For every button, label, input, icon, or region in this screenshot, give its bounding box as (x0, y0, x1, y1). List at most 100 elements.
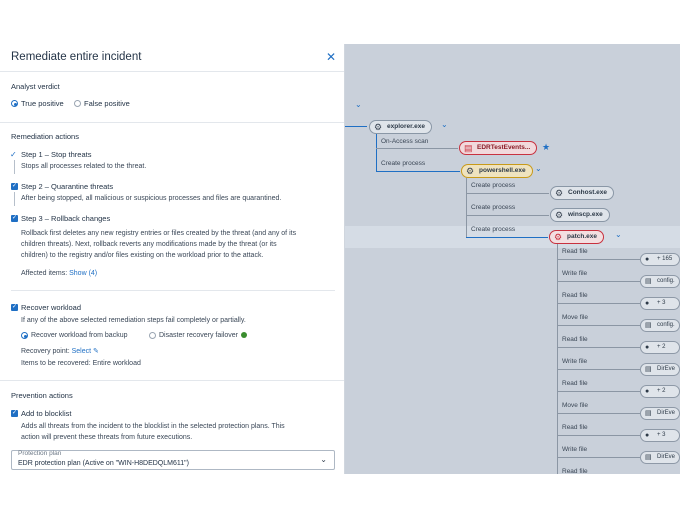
graph-edge (466, 215, 549, 216)
graph-edge (557, 303, 640, 304)
step3-desc-line1: Rollback first deletes any new registry … (21, 230, 297, 237)
file-event-label: Write file (562, 446, 588, 453)
node-winscp[interactable]: ⚙ winscp.exe (550, 208, 610, 222)
file-pill-label: + 2 (657, 344, 666, 350)
file-pill[interactable]: ▤ config. (640, 275, 680, 288)
chevron-down-icon[interactable]: ⌄ (441, 120, 448, 129)
close-icon[interactable]: ✕ (326, 50, 336, 64)
node-patch[interactable]: ⚙ patch.exe (549, 230, 604, 244)
app-canvas: ⌄ ⚙ explorer.exe ⌄ On-Access scan ▤ EDRTes… (0, 44, 680, 474)
node-explorer[interactable]: ⚙ explorer.exe (369, 120, 432, 134)
recover-workload-desc: If any of the above selected remediation… (21, 317, 246, 324)
graph-edge (557, 259, 640, 260)
section-divider (0, 122, 344, 123)
file-icon: ▤ (645, 322, 652, 329)
file-event-label: Move file (562, 402, 589, 409)
file-pill-label: config. (657, 322, 675, 328)
file-event-label: Read file (562, 248, 588, 255)
file-event-label: Read file (562, 292, 588, 299)
edge-label: Create process (471, 182, 516, 189)
file-icon: ▤ (645, 454, 652, 461)
file-pill-label: + 2 (657, 388, 666, 394)
star-icon[interactable]: ★ (542, 142, 550, 153)
file-pill[interactable]: ▤ DirEve (640, 451, 680, 464)
protection-plan-select[interactable]: Protection plan EDR protection plan (Act… (11, 450, 335, 470)
step2-checkbox[interactable]: ✓ (11, 183, 18, 190)
section-divider (0, 380, 344, 381)
chevron-down-icon[interactable]: ⌄ (535, 164, 542, 173)
graph-edge (557, 435, 640, 436)
graph-edge (557, 391, 640, 392)
section-divider (11, 290, 335, 291)
node-conhost[interactable]: ⚙ Conhost.exe (550, 186, 615, 200)
graph-edge (345, 126, 367, 127)
step1-desc: Stops all processes related to the threa… (21, 163, 147, 170)
graph-edge (557, 457, 640, 458)
file-event-label: Write file (562, 270, 588, 277)
chevron-down-icon[interactable]: ⌄ (355, 100, 362, 109)
file-icon: ▤ (464, 143, 473, 153)
recover-backup-radio[interactable] (21, 332, 28, 339)
step3-checkbox[interactable]: ✓ (11, 215, 18, 222)
blocklist-checkbox[interactable]: ✓ (11, 410, 18, 417)
group-icon: ● (645, 432, 650, 439)
group-icon: ● (645, 344, 650, 351)
file-event-label: Read file (562, 380, 588, 387)
graph-edge (557, 347, 640, 348)
items-to-recover: Items to be recovered: Entire workload (21, 360, 141, 367)
step2-title[interactable]: Step 2 – Quarantine threats (21, 182, 113, 191)
file-pill-label: DirEve (657, 410, 676, 416)
file-pill[interactable]: ▤ DirEve (640, 407, 680, 420)
graph-edge (466, 193, 549, 194)
recover-workload-title[interactable]: Recover workload (21, 303, 81, 312)
recover-workload-checkbox[interactable]: ✓ (11, 304, 18, 311)
file-pill[interactable]: ● + 3 (640, 297, 680, 310)
graph-edge (466, 215, 467, 237)
file-pill-label: DirEve (657, 454, 676, 460)
false-positive-radio[interactable] (74, 100, 81, 107)
node-edrtestevents[interactable]: ▤ EDRTestEvents... (459, 141, 538, 155)
step3-desc-line3: children) to the registry and/or files e… (21, 252, 264, 259)
blocklist-desc-line1: Adds all threats from the incident to th… (21, 423, 285, 430)
graph-edge (557, 369, 640, 370)
file-event-label: Read file (562, 336, 588, 343)
file-pill[interactable]: ● + 3 (640, 429, 680, 442)
incident-graph[interactable]: ⌄ ⚙ explorer.exe ⌄ On-Access scan ▤ EDRTes… (345, 44, 680, 474)
file-pill-label: + 3 (657, 300, 666, 306)
false-positive-label[interactable]: False positive (84, 99, 130, 108)
step3-title[interactable]: Step 3 – Rollback changes (21, 214, 110, 223)
protection-plan-value: EDR protection plan (Active on "WIN-H8DE… (18, 460, 189, 467)
recover-failover-radio[interactable] (149, 332, 156, 339)
graph-edge (557, 413, 640, 414)
graph-edge (376, 134, 377, 171)
chevron-down-icon: ⌄ (320, 455, 327, 464)
file-pill[interactable]: ● + 2 (640, 341, 680, 354)
file-pill[interactable]: ▤ config. (640, 319, 680, 332)
affected-items-link[interactable]: Show (4) (69, 270, 97, 277)
file-pill-label: + 3 (657, 432, 666, 438)
recover-backup-label[interactable]: Recover workload from backup (31, 330, 128, 341)
blocklist-title[interactable]: Add to blocklist (21, 409, 71, 418)
true-positive-radio[interactable] (11, 100, 18, 107)
file-pill[interactable]: ● + 2 (640, 385, 680, 398)
node-powershell[interactable]: ⚙ powershell.exe (461, 164, 533, 178)
edge-label: Create process (471, 204, 516, 211)
file-event-label: Read file (562, 424, 588, 431)
file-pill[interactable]: ▤ DirEve (640, 363, 680, 376)
step-connector (14, 160, 15, 174)
recover-failover-label[interactable]: Disaster recovery failover (159, 330, 247, 341)
remediation-heading: Remediation actions (11, 132, 79, 141)
graph-edge (557, 325, 640, 326)
chevron-down-icon[interactable]: ⌄ (615, 230, 622, 239)
file-pill[interactable]: ● + 165 (640, 253, 680, 266)
true-positive-label[interactable]: True positive (21, 99, 64, 108)
step1-title: Step 1 – Stop threats (21, 150, 92, 159)
file-pill-label: DirEve (657, 366, 676, 372)
dialog-header: Remediate entire incident ✕ (0, 44, 344, 72)
remediate-dialog: Remediate entire incident ✕ Analyst verd… (0, 44, 345, 474)
status-dot-icon (240, 332, 247, 339)
recovery-point-select-link[interactable]: Select (72, 348, 91, 355)
group-icon: ● (645, 300, 650, 307)
pencil-icon[interactable]: ✎ (93, 348, 99, 355)
file-event-label: Write file (562, 358, 588, 365)
